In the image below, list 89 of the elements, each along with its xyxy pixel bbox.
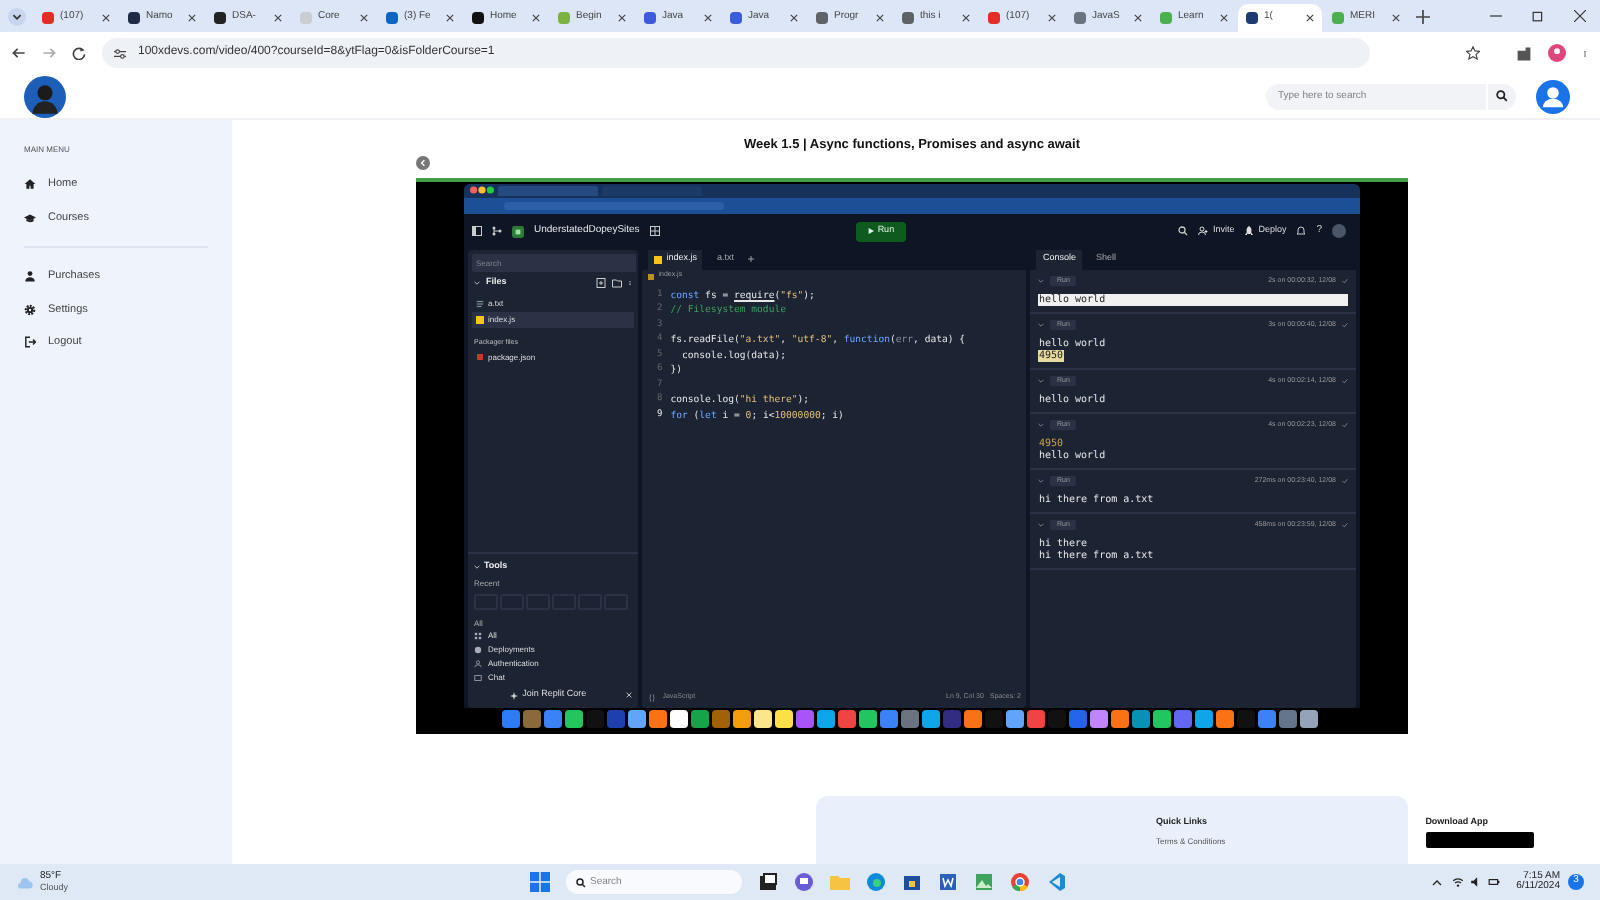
close-icon[interactable] [1392, 14, 1400, 22]
chevron-icon[interactable] [474, 280, 480, 287]
chevron-icon[interactable] [1038, 422, 1045, 429]
user-icon [24, 270, 36, 283]
chevron-up-icon[interactable] [1432, 877, 1443, 887]
star-icon[interactable] [1466, 46, 1480, 60]
chat-icon [474, 674, 482, 683]
check-icon [1341, 278, 1348, 285]
logout-icon [24, 336, 36, 349]
close-icon[interactable] [102, 14, 110, 22]
back-icon[interactable] [12, 46, 26, 60]
graduation-cap-icon [24, 211, 36, 224]
check-icon [1341, 322, 1348, 329]
tab-search-icon[interactable] [8, 8, 26, 26]
document-icon[interactable] [938, 872, 958, 892]
account-avatar-icon[interactable] [1332, 224, 1346, 239]
store-badge[interactable] [1425, 832, 1534, 849]
check-icon [1341, 522, 1348, 529]
profile-avatar-icon[interactable] [1548, 44, 1566, 62]
close-icon[interactable] [274, 14, 282, 22]
search-icon[interactable] [1178, 226, 1189, 237]
user-icon[interactable] [1536, 79, 1570, 113]
chevron-icon[interactable] [1038, 378, 1045, 385]
search-button[interactable] [1486, 83, 1516, 109]
close-icon[interactable] [446, 14, 454, 22]
avatar-icon [24, 75, 66, 117]
close-icon[interactable] [188, 14, 196, 22]
add-icon[interactable] [748, 256, 754, 263]
repl-icon [512, 225, 524, 238]
rocket-icon [1244, 226, 1255, 237]
chevron-icon[interactable] [1038, 278, 1045, 285]
chevron-icon[interactable] [1038, 522, 1045, 529]
close-icon[interactable] [532, 14, 540, 22]
browser-icon[interactable] [866, 872, 886, 892]
start-icon[interactable] [530, 872, 550, 892]
battery-icon[interactable] [1488, 876, 1501, 888]
search-icon [1496, 90, 1508, 102]
chevron-icon[interactable] [1038, 478, 1045, 485]
close-icon[interactable] [876, 14, 884, 22]
close-icon[interactable] [360, 14, 368, 22]
new-tab-icon[interactable] [1416, 10, 1430, 24]
back-icon[interactable] [416, 156, 430, 170]
js-file-icon [476, 315, 484, 324]
chevron-icon[interactable] [474, 563, 480, 570]
sidebar-toggle-icon[interactable] [472, 226, 482, 237]
braces-icon [648, 694, 657, 703]
play-icon [867, 228, 874, 235]
add-person-icon [1198, 226, 1209, 237]
new-file-icon[interactable] [596, 278, 607, 289]
sparkle-icon [510, 691, 519, 700]
close-icon[interactable] [618, 14, 626, 22]
home-icon [24, 178, 36, 191]
branch-icon[interactable] [492, 226, 502, 237]
video-player[interactable] [416, 177, 1408, 734]
search-icon [576, 877, 586, 887]
circle-icon [474, 646, 482, 655]
close-icon[interactable] [1048, 14, 1056, 22]
chat-bubble-icon[interactable] [794, 872, 814, 892]
image-icon[interactable] [974, 872, 994, 892]
new-folder-icon[interactable] [612, 278, 623, 289]
chevron-icon[interactable] [1038, 322, 1045, 329]
close-icon[interactable] [704, 14, 712, 22]
close-icon[interactable] [962, 14, 970, 22]
package-icon [476, 354, 484, 361]
close-icon[interactable] [1134, 14, 1142, 22]
bell-icon[interactable] [1296, 226, 1307, 237]
close-icon[interactable] [1306, 14, 1314, 22]
speaker-icon[interactable] [1470, 876, 1483, 888]
code-editor-icon[interactable] [1046, 872, 1066, 892]
close-icon[interactable] [790, 14, 798, 22]
task-view-icon[interactable] [758, 872, 778, 892]
close-icon[interactable] [1220, 14, 1228, 22]
wifi-icon[interactable] [1452, 876, 1465, 888]
window-controls-icon [470, 186, 494, 195]
site-settings-icon[interactable] [114, 47, 126, 59]
chrome-browser-icon[interactable] [1010, 872, 1030, 892]
person-icon [474, 660, 482, 669]
check-icon [1341, 422, 1348, 429]
restore-icon[interactable] [1532, 10, 1544, 22]
settings-icon [24, 303, 36, 316]
check-icon [1341, 378, 1348, 385]
minimize-icon[interactable] [1490, 10, 1502, 22]
reload-icon[interactable] [72, 46, 86, 60]
store-icon[interactable] [902, 872, 922, 892]
js-file-icon [648, 273, 655, 280]
close-icon[interactable] [1574, 10, 1586, 22]
check-icon [1341, 478, 1348, 485]
layout-icon[interactable] [649, 226, 660, 237]
cloud-icon [16, 875, 34, 889]
